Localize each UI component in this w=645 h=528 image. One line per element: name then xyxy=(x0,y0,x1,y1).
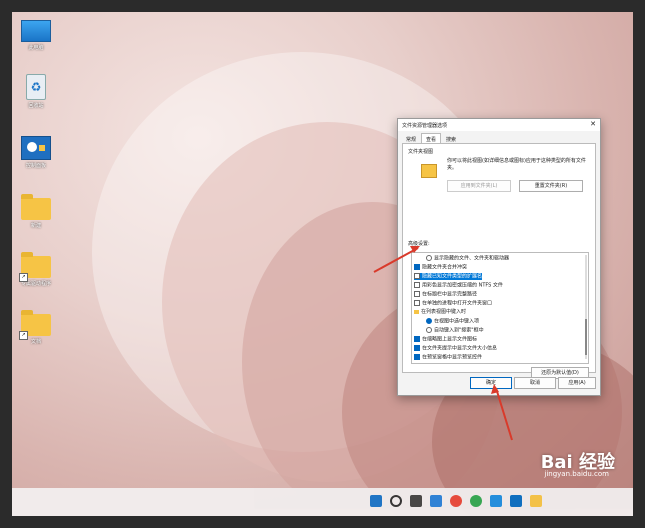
apply-button[interactable]: 应用(A) xyxy=(558,377,596,389)
list-item-label: 隐藏已知文件类型的扩展名 xyxy=(422,273,483,280)
control-panel-icon xyxy=(21,136,51,160)
desktop-icon-label: 回收站 xyxy=(28,103,44,109)
list-item[interactable]: 用彩色显示加密或压缩的 NTFS 文件 xyxy=(414,282,503,289)
list-item[interactable]: 隐藏文件夹合并冲突 xyxy=(414,264,467,271)
list-item-label: 显示隐藏的文件、文件夹和驱动器 xyxy=(434,255,510,262)
list-item-label: 在预览窗格中显示预览控件 xyxy=(422,354,483,361)
widgets-icon[interactable] xyxy=(430,495,442,507)
list-item[interactable]: 在预览窗格中显示预览控件 xyxy=(414,354,482,361)
desktop-icon-label: 新建 xyxy=(30,223,41,229)
close-icon[interactable]: ✕ xyxy=(590,121,596,128)
list-item: 在列表视图中键入时 xyxy=(414,309,466,316)
app-icon[interactable] xyxy=(510,495,522,507)
list-item-label: 在文件夹提示中显示文件大小信息 xyxy=(422,345,498,352)
apply-to-folders-button[interactable]: 应用到文件夹(L) xyxy=(447,180,511,192)
checkbox[interactable] xyxy=(414,273,420,279)
list-item-label: 在单独的进程中打开文件夹窗口 xyxy=(422,300,493,307)
ok-button[interactable]: 确定 xyxy=(470,377,512,389)
browser-icon[interactable] xyxy=(470,495,482,507)
taskbar xyxy=(12,488,633,516)
list-item-label: 在视图中选中键入项 xyxy=(434,318,480,325)
reset-folders-button[interactable]: 重置文件夹(R) xyxy=(519,180,583,192)
list-item[interactable]: 自动键入到"搜索"框中 xyxy=(426,327,484,334)
desktop-icon-label: 控制面板 xyxy=(25,163,46,169)
folder-icon xyxy=(414,309,419,314)
folder-icon: ↗ xyxy=(19,310,51,340)
checkbox[interactable] xyxy=(414,300,420,306)
recycle-bin-icon: ♻ xyxy=(26,74,46,100)
radio-button[interactable] xyxy=(426,327,432,333)
list-item-label: 用彩色显示加密或压缩的 NTFS 文件 xyxy=(422,282,503,289)
desktop-icon-control-panel[interactable]: 控制面板 xyxy=(18,136,54,169)
list-item-label: 隐藏文件夹合并冲突 xyxy=(422,264,468,271)
folder-view-icon xyxy=(421,164,437,178)
shortcut-arrow-icon: ↗ xyxy=(19,331,28,340)
list-item-label: 在列表视图中键入时 xyxy=(421,309,467,315)
cancel-button[interactable]: 取消 xyxy=(514,377,556,389)
monitor-icon xyxy=(21,20,51,42)
list-item-label: 在标题栏中显示完整路径 xyxy=(422,291,478,298)
list-item[interactable]: 在文件夹提示中显示文件大小信息 xyxy=(414,345,497,352)
list-item[interactable]: 在标题栏中显示完整路径 xyxy=(414,291,477,298)
watermark-url: jingyan.baidu.com xyxy=(544,470,609,478)
checkbox[interactable] xyxy=(414,345,420,351)
dialog-titlebar[interactable]: 文件资源管理器选项 ✕ xyxy=(398,119,600,131)
folder-views-description: 你可以将此视图(如详细信息或图标)应用于这种类型的所有文件夹。 xyxy=(447,158,586,171)
checkbox[interactable] xyxy=(414,291,420,297)
list-item[interactable]: 在缩略图上显示文件图标 xyxy=(414,336,477,343)
list-item-label: 在缩略图上显示文件图标 xyxy=(422,336,478,343)
shortcut-arrow-icon: ↗ xyxy=(19,273,28,282)
search-icon[interactable] xyxy=(390,495,402,507)
folder-options-dialog: 文件资源管理器选项 ✕ 常规 查看 搜索 文件夹视图 你可以将此视图(如详细信息或图… xyxy=(397,118,601,396)
checkbox[interactable] xyxy=(414,264,420,270)
desktop-icon-documents[interactable]: ↗ 文档 xyxy=(18,310,54,345)
list-item[interactable]: 在单独的进程中打开文件夹窗口 xyxy=(414,300,492,307)
scrollbar[interactable] xyxy=(585,255,587,359)
folder-icon: ↗ xyxy=(19,252,51,282)
chrome-icon[interactable] xyxy=(450,495,462,507)
desktop-icon-this-pc[interactable]: 此电脑 xyxy=(18,20,54,51)
desktop-icon-folder-shortcut[interactable]: ↗ 专属驱动程序 xyxy=(18,252,54,287)
edge-icon[interactable] xyxy=(490,495,502,507)
view-tab-panel: 文件夹视图 你可以将此视图(如详细信息或图标)应用于这种类型的所有文件夹。 应用… xyxy=(402,143,596,379)
file-explorer-icon[interactable] xyxy=(530,495,542,507)
start-icon[interactable] xyxy=(370,495,382,507)
list-item-hide-extensions[interactable]: 隐藏已知文件类型的扩展名 xyxy=(414,273,483,280)
dialog-tabs: 常规 查看 搜索 xyxy=(402,133,461,145)
radio-button[interactable] xyxy=(426,318,432,324)
radio-button[interactable] xyxy=(426,255,432,261)
task-view-icon[interactable] xyxy=(410,495,422,507)
list-item[interactable]: 显示隐藏的文件、文件夹和驱动器 xyxy=(426,255,509,262)
advanced-settings-list[interactable]: 显示隐藏的文件、文件夹和驱动器 隐藏文件夹合并冲突 隐藏已知文件类型的扩展名 用… xyxy=(411,252,589,364)
advanced-settings-label: 高级设置: xyxy=(408,241,430,247)
checkbox[interactable] xyxy=(414,336,420,342)
folder-icon xyxy=(21,194,51,220)
folder-views-label: 文件夹视图 xyxy=(408,149,434,155)
list-item[interactable]: 在视图中选中键入项 xyxy=(426,318,479,325)
dialog-title: 文件资源管理器选项 xyxy=(402,123,448,129)
desktop-icon-label: 此电脑 xyxy=(28,45,44,51)
desktop-icon-folder[interactable]: 新建 xyxy=(18,194,54,229)
checkbox[interactable] xyxy=(414,354,420,360)
checkbox[interactable] xyxy=(414,282,420,288)
desktop-icon-recycle-bin[interactable]: ♻ 回收站 xyxy=(18,74,54,109)
list-item-label: 自动键入到"搜索"框中 xyxy=(434,327,484,334)
